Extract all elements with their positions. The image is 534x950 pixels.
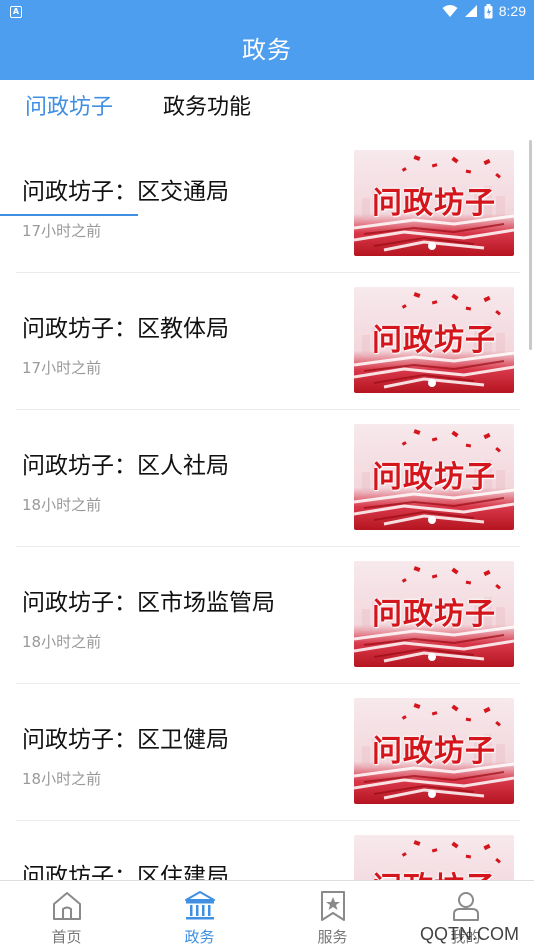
- page-title: 政务: [0, 26, 534, 80]
- list-item[interactable]: 问政坊子：区交通局 17小时之前 问政坊子: [16, 136, 520, 273]
- article-time: 18小时之前: [22, 633, 102, 651]
- nav-services[interactable]: 服务: [266, 881, 399, 950]
- thumbnail-text: 问政坊子: [372, 597, 496, 632]
- article-thumbnail: 问政坊子: [354, 287, 514, 393]
- article-time: 17小时之前: [22, 359, 102, 377]
- wifi-icon: [442, 5, 458, 17]
- status-time: 8:29: [498, 3, 526, 19]
- watermark: QQTN.COM: [420, 924, 519, 944]
- nav-government[interactable]: 政务: [133, 881, 266, 950]
- list-item[interactable]: 问政坊子：区教体局 17小时之前 问政坊子: [16, 273, 520, 410]
- article-list[interactable]: 问政坊子：区交通局 17小时之前 问政坊子 问政坊子：区教体局 17小时之前 问…: [0, 136, 534, 880]
- article-title: 问政坊子：区卫健局: [22, 727, 229, 753]
- article-title: 问政坊子：区住建局: [22, 864, 229, 880]
- article-title: 问政坊子：区教体局: [22, 316, 229, 342]
- article-thumbnail: 问政坊子: [354, 424, 514, 530]
- nav-home-label: 首页: [51, 928, 82, 946]
- article-thumbnail: 问政坊子: [354, 561, 514, 667]
- list-item[interactable]: 问政坊子：区人社局 18小时之前 问政坊子: [16, 410, 520, 547]
- tab-bar: 问政坊子 政务功能: [0, 80, 534, 216]
- thumbnail-text: 问政坊子: [372, 460, 496, 495]
- thumbnail-text: 问政坊子: [372, 734, 496, 769]
- article-time: 17小时之前: [22, 222, 102, 240]
- government-building-icon: [184, 891, 215, 920]
- article-title: 问政坊子：区交通局: [22, 179, 229, 205]
- home-icon: [52, 892, 81, 920]
- thumbnail-text: 问政坊子: [372, 323, 496, 358]
- tab-wenzheng-fangzi[interactable]: 问政坊子: [0, 80, 138, 136]
- bookmark-star-icon: [320, 891, 345, 921]
- notification-icon: A: [10, 6, 22, 18]
- article-thumbnail: 问政坊子: [354, 835, 514, 880]
- signal-icon: [464, 5, 477, 17]
- article-time: 18小时之前: [22, 770, 102, 788]
- nav-services-label: 服务: [317, 928, 348, 946]
- thumbnail-text: 问政坊子: [354, 863, 514, 880]
- article-thumbnail: 问政坊子: [354, 698, 514, 804]
- scrollbar[interactable]: [529, 140, 532, 350]
- article-thumbnail: 问政坊子: [354, 150, 514, 256]
- tab-zhengwu-gongneng[interactable]: 政务功能: [138, 80, 276, 136]
- article-title: 问政坊子：区市场监管局: [22, 590, 275, 616]
- article-time: 18小时之前: [22, 496, 102, 514]
- battery-icon: [484, 3, 493, 18]
- article-title: 问政坊子：区人社局: [22, 453, 229, 479]
- list-item[interactable]: 问政坊子：区住建局 问政坊子: [16, 821, 520, 880]
- list-item[interactable]: 问政坊子：区卫健局 18小时之前 问政坊子: [16, 684, 520, 821]
- nav-government-label: 政务: [184, 928, 215, 946]
- user-icon: [452, 892, 479, 921]
- nav-home[interactable]: 首页: [0, 881, 133, 950]
- status-bar: A 8:29: [0, 0, 534, 26]
- list-item[interactable]: 问政坊子：区市场监管局 18小时之前 问政坊子: [16, 547, 520, 684]
- thumbnail-text: 问政坊子: [372, 186, 496, 221]
